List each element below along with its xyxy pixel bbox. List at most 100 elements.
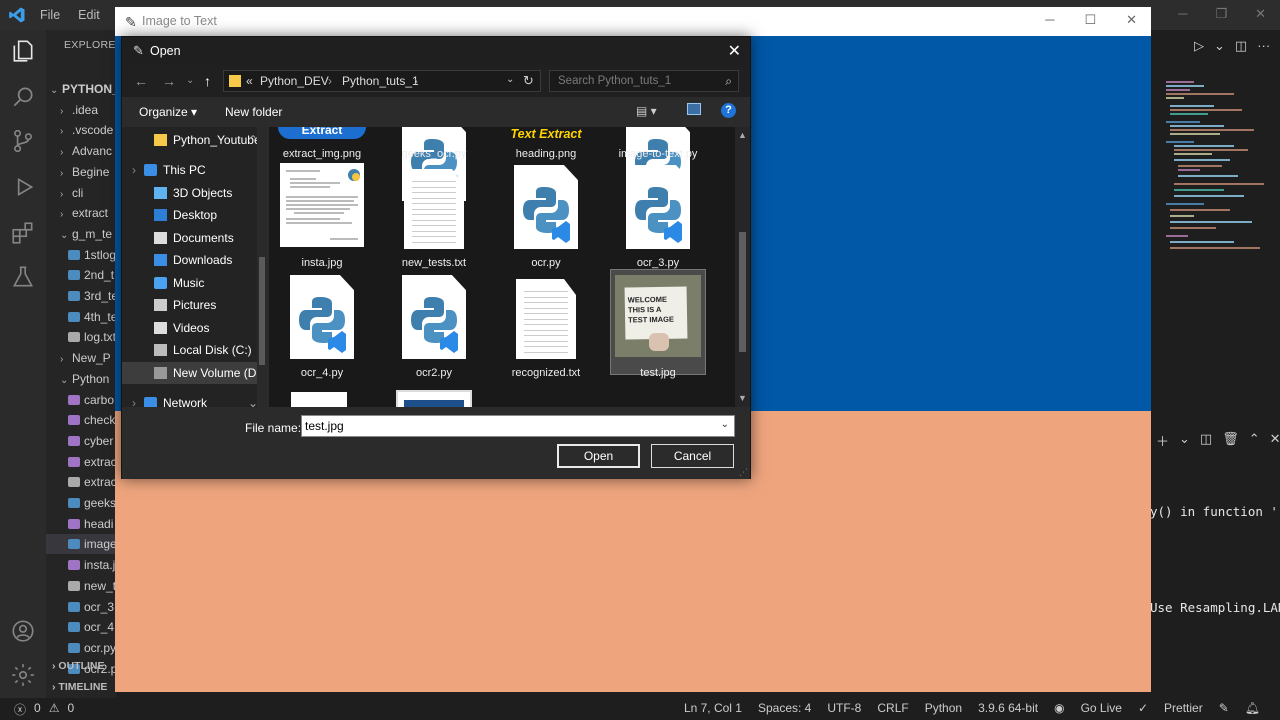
open-button[interactable]: Open [557, 444, 640, 468]
back-arrow-icon[interactable]: ← [134, 73, 148, 89]
tree-item[interactable]: 3rd_te [46, 286, 116, 306]
file-tile[interactable]: WELCOME THIS IS A TEST IMAGE test.jpg [608, 127, 708, 407]
tree-item[interactable]: ⌄ g_m_te [46, 224, 116, 244]
nav-item[interactable]: Music [122, 272, 257, 294]
tree-item[interactable]: extrac [46, 472, 116, 492]
tree-item[interactable]: image [46, 534, 116, 555]
tree-item[interactable]: ocr_3 [46, 597, 116, 617]
maximize-icon[interactable]: ☐ [1084, 12, 1096, 28]
extensions-icon[interactable] [10, 220, 36, 246]
chevron-right-icon[interactable]: › [132, 159, 136, 181]
breadcrumb-python-tuts[interactable]: Python_tuts_1 [342, 74, 419, 88]
nav-item[interactable]: Python_Youtube ⌃ [122, 129, 261, 151]
status-item[interactable]: Go Live [1081, 701, 1122, 715]
status-item[interactable]: CRLF [877, 701, 908, 715]
tree-item[interactable]: insta.j [46, 555, 116, 575]
refresh-icon[interactable]: ↻ [523, 73, 534, 89]
chevron-down-icon[interactable]: ⌄ [1179, 431, 1190, 450]
breadcrumb-overflow[interactable]: « [246, 74, 253, 88]
tree-item[interactable]: › extract [46, 203, 116, 223]
navigation-scrollbar[interactable] [257, 127, 267, 407]
split-terminal-icon[interactable]: ◫ [1200, 431, 1212, 450]
help-icon[interactable]: ? [721, 103, 736, 118]
up-arrow-icon[interactable]: ↑ [204, 73, 211, 89]
explorer-icon[interactable] [10, 38, 36, 64]
file-tile[interactable]: ocr_4.py [272, 127, 372, 407]
chevron-right-icon[interactable]: › [132, 392, 136, 407]
status-item[interactable]: 3.9.6 64-bit [978, 701, 1038, 715]
nav-item[interactable]: Desktop [122, 204, 257, 226]
trash-icon[interactable]: 🗑 [1222, 431, 1239, 450]
breadcrumb-python-dev[interactable]: Python_DEV [260, 74, 329, 88]
new-folder-button[interactable]: New folder [225, 105, 282, 119]
outline-section[interactable]: › OUTLINE [46, 656, 116, 677]
close-icon[interactable]: ✕ [1255, 6, 1266, 22]
status-item[interactable]: Ln 7, Col 1 [684, 701, 742, 715]
scroll-up-icon[interactable]: ▲ [738, 130, 747, 140]
status-item[interactable]: Python [925, 701, 962, 715]
source-control-icon[interactable] [10, 128, 36, 154]
chevron-up-icon[interactable]: ⌃ [1249, 431, 1260, 450]
minimize-icon[interactable]: ─ [1045, 12, 1054, 28]
partial-file-tile[interactable] [291, 392, 347, 407]
new-terminal-icon[interactable]: ＋ [1156, 431, 1169, 450]
tree-item[interactable]: headi [46, 514, 116, 534]
chevron-down-icon[interactable]: ⌄ [1214, 38, 1225, 54]
notifications-bell-icon[interactable]: 🔔︎ [1245, 701, 1260, 715]
minimize-icon[interactable]: ─ [1178, 6, 1187, 22]
feedback-icon[interactable]: ✎ [1219, 701, 1229, 715]
search-icon[interactable] [10, 84, 36, 110]
tree-item[interactable]: ⌄ Python [46, 369, 116, 389]
chevron-down-icon[interactable]: ⌄ [721, 419, 729, 430]
testing-icon[interactable] [10, 264, 36, 290]
nav-item[interactable]: Local Disk (C:) [122, 339, 257, 361]
nav-item[interactable]: New Volume (D: [122, 362, 260, 384]
file-list-scrollbar[interactable]: ▲ ▼ [735, 127, 750, 407]
split-editor-icon[interactable]: ◫ [1235, 38, 1247, 54]
address-bar[interactable]: « Python_DEV › Python_tuts_1 › ⌄ ↻ [223, 70, 541, 92]
cancel-button[interactable]: Cancel [651, 444, 734, 468]
file-tile[interactable]: recognized.txt [496, 127, 596, 407]
tree-item[interactable]: ocr_4 [46, 617, 116, 637]
forward-arrow-icon[interactable]: → [162, 73, 176, 89]
close-icon[interactable]: ✕ [728, 41, 741, 61]
change-view-icon[interactable]: ▤ ▾ [636, 104, 657, 118]
nav-item[interactable]: 3D Objects [122, 182, 257, 204]
partial-file-tile[interactable] [396, 390, 472, 407]
tree-item[interactable]: carbo [46, 390, 116, 410]
nav-item[interactable]: Pictures [122, 294, 257, 316]
nav-item[interactable]: Videos [122, 317, 257, 339]
more-actions-icon[interactable]: ··· [1257, 38, 1270, 54]
chevron-down-icon[interactable]: ⌄ [506, 74, 514, 85]
tree-item[interactable]: log.txt [46, 327, 116, 347]
nav-item[interactable]: Documents [122, 227, 257, 249]
recent-locations-icon[interactable]: ⌄ [186, 75, 194, 86]
nav-item[interactable]: Downloads [122, 249, 257, 271]
status-problems[interactable]: ⓧ 0 ⚠ 0 [14, 701, 74, 718]
tree-item[interactable]: 2nd_t [46, 265, 116, 285]
restore-icon[interactable]: ❐ [1215, 6, 1227, 22]
tree-item[interactable]: › .vscode [46, 120, 116, 140]
scroll-down-icon[interactable]: ▼ [738, 393, 747, 403]
tree-item[interactable]: › Advanc [46, 141, 116, 161]
tree-item[interactable]: cyber [46, 431, 116, 451]
tree-item[interactable]: extrac [46, 452, 116, 472]
search-box[interactable]: Search Python_tuts_1 ⌕ [549, 70, 739, 92]
tree-item[interactable]: check [46, 410, 116, 430]
nav-item[interactable]: Network › ⌄ [122, 392, 258, 407]
resize-grip-icon[interactable]: ⋰ [739, 467, 748, 478]
run-icon[interactable]: ▷ [1194, 38, 1204, 54]
menu-item[interactable]: Edit [78, 8, 100, 22]
menu-item[interactable]: File [40, 8, 60, 22]
account-icon[interactable] [10, 618, 36, 644]
tree-item[interactable]: › Begine [46, 162, 116, 182]
tree-item[interactable]: 4th_te [46, 307, 116, 327]
preview-pane-icon[interactable] [687, 103, 701, 115]
tree-item[interactable]: ⌄PYTHON_D [46, 79, 116, 99]
run-debug-icon[interactable] [10, 174, 36, 200]
tree-item[interactable]: › New_P [46, 348, 116, 368]
tree-item[interactable]: geeks [46, 493, 116, 513]
tree-item[interactable]: ocr.py [46, 638, 116, 658]
status-item[interactable]: Prettier [1164, 701, 1203, 715]
scrollbar-thumb[interactable] [739, 232, 746, 352]
